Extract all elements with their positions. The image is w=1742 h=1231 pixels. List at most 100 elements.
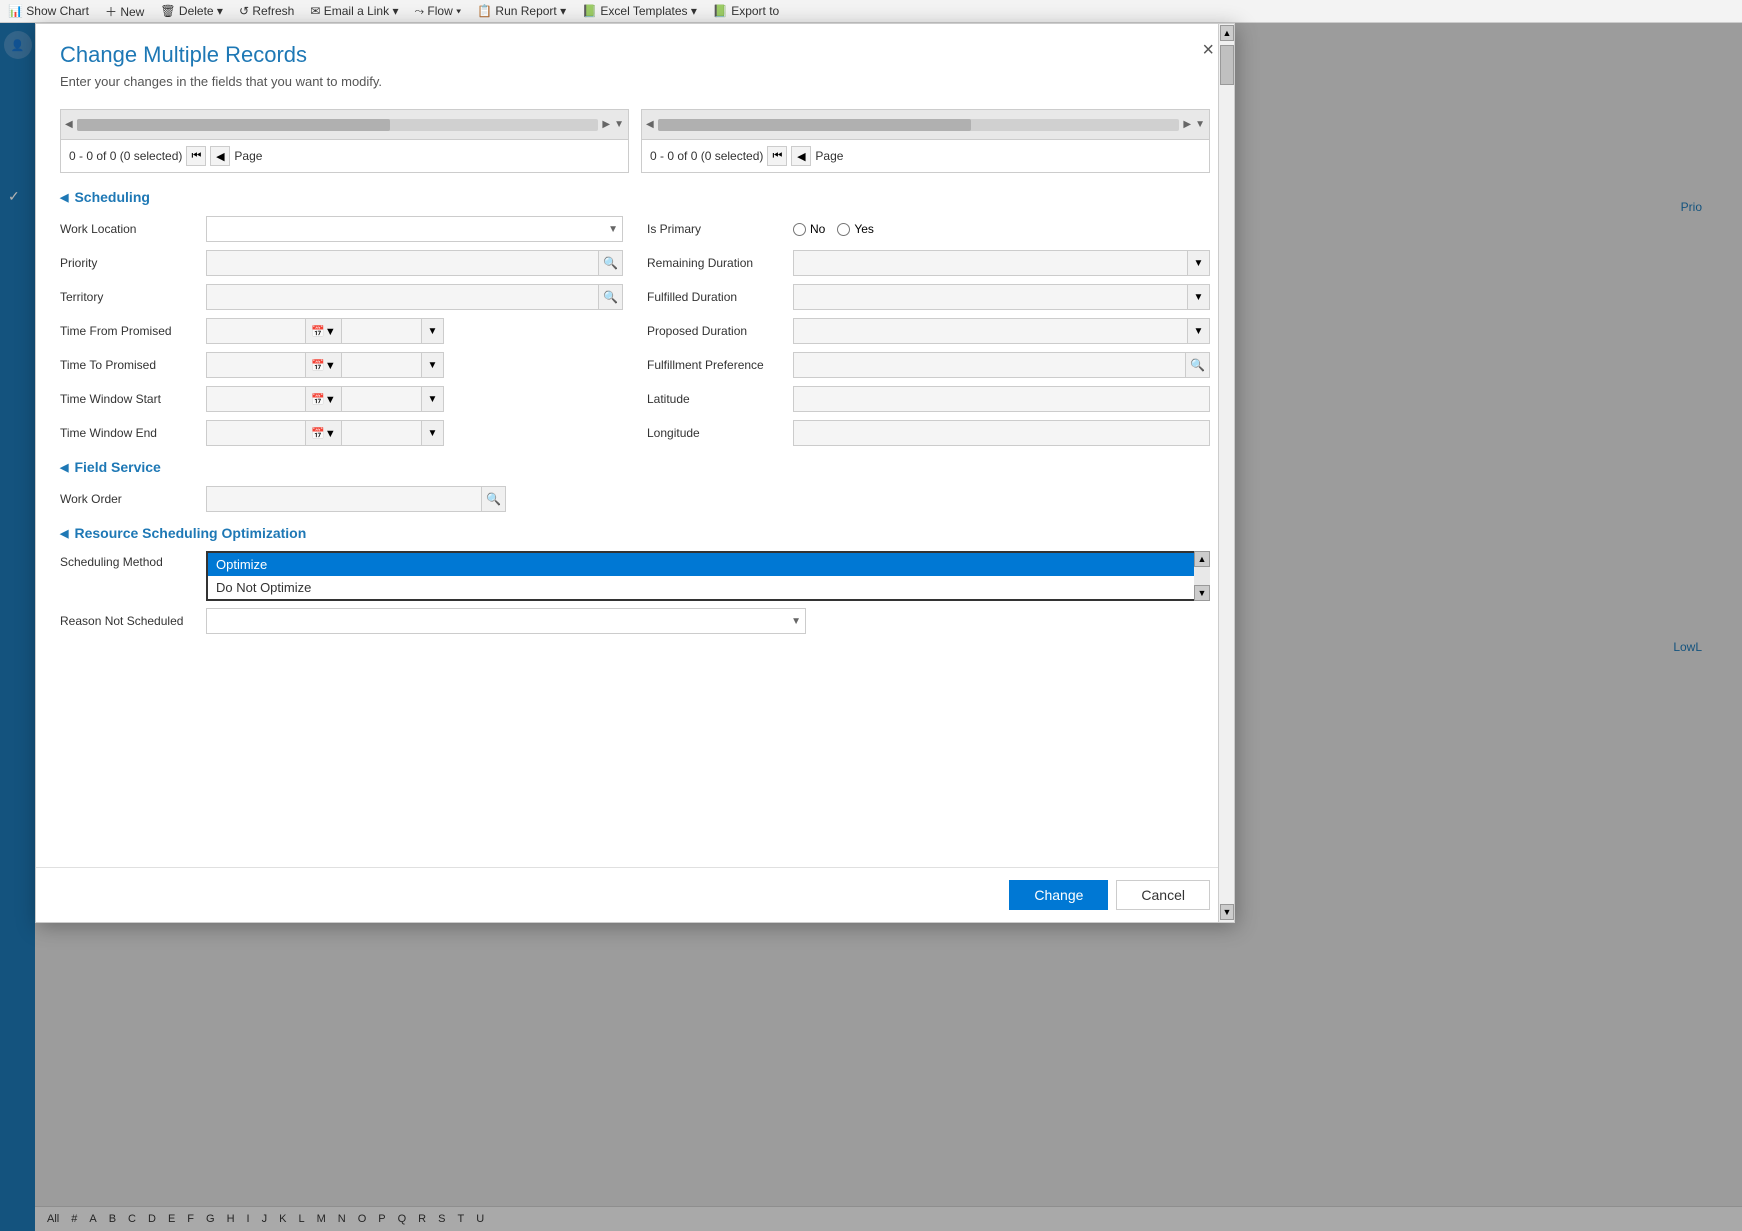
field-service-toggle[interactable]: ◀ [60,461,68,474]
fulfillment-preference-input[interactable] [793,352,1186,378]
list-panel-right-scrollbar[interactable]: ◀ ▶ ▼ [642,110,1209,140]
latitude-input[interactable] [793,386,1210,412]
time-window-end-time-btn[interactable]: ▼ [422,420,444,446]
scheduling-method-dropdown-list[interactable]: Optimize Do Not Optimize [206,551,1210,601]
territory-input[interactable] [206,284,599,310]
work-order-input[interactable] [206,486,482,512]
list-panel-right-status: 0 - 0 of 0 (0 selected) [650,149,763,163]
fulfilled-duration-input[interactable] [793,284,1188,310]
excel-templates-btn[interactable]: 📗 Excel Templates ▾ [582,4,697,18]
list-panel-left-scrollbar[interactable]: ◀ ▶ ▼ [61,110,628,140]
scheduling-form-grid: Work Location ▼ Is Primary No Yes [60,215,1210,447]
time-to-promised-time-btn[interactable]: ▼ [422,352,444,378]
time-window-end-calendar-btn[interactable]: 📅▼ [306,420,342,446]
time-to-promised-time[interactable] [342,352,422,378]
scroll-track-right[interactable] [658,119,1180,131]
is-primary-yes[interactable]: Yes [837,222,874,236]
scroll-left-arrow-right[interactable]: ◀ [646,119,654,130]
time-from-promised-calendar-btn[interactable]: 📅▼ [306,318,342,344]
is-primary-yes-radio[interactable] [837,223,850,236]
work-location-row: Work Location ▼ [60,215,623,243]
proposed-duration-btn[interactable]: ▼ [1188,318,1210,344]
is-primary-no[interactable]: No [793,222,825,236]
work-order-input-group: 🔍 [206,486,506,512]
first-page-btn-left[interactable]: ⏮ [186,146,206,166]
work-location-arrow: ▼ [608,224,618,235]
cancel-button[interactable]: Cancel [1116,880,1210,910]
time-from-promised-date[interactable] [206,318,306,344]
remaining-duration-input[interactable] [793,250,1188,276]
time-window-end-group: 📅▼ ▼ [206,420,623,446]
scroll-left-arrow[interactable]: ◀ [65,119,73,130]
priority-lookup-btn[interactable]: 🔍 [599,250,623,276]
rso-label: Resource Scheduling Optimization [74,525,306,541]
is-primary-radio-group: No Yes [793,222,1210,236]
prev-page-btn-left[interactable]: ◀ [210,146,230,166]
first-page-btn-right[interactable]: ⏮ [767,146,787,166]
fulfilled-duration-btn[interactable]: ▼ [1188,284,1210,310]
time-window-end-time[interactable] [342,420,422,446]
scroll-right-arrow[interactable]: ▶ [602,119,610,130]
scheduling-option-do-not-optimize[interactable]: Do Not Optimize [208,576,1208,599]
proposed-duration-input[interactable] [793,318,1188,344]
scroll-right-arrow-right[interactable]: ▶ [1183,119,1191,130]
territory-lookup-btn[interactable]: 🔍 [599,284,623,310]
email-link-btn[interactable]: ✉ Email a Link ▾ [310,4,398,18]
remaining-duration-group: ▼ [793,250,1210,276]
time-from-promised-time[interactable] [342,318,422,344]
longitude-input[interactable] [793,420,1210,446]
flow-btn[interactable]: ⤳ Flow ▾ [414,4,461,19]
reason-not-scheduled-dropdown[interactable]: ▼ [206,608,806,634]
time-window-start-time[interactable] [342,386,422,412]
scroll-down-arrow-left[interactable]: ▼ [614,119,624,130]
is-primary-no-label: No [810,222,825,236]
modal-scrollbar[interactable]: ▲ ▼ [1218,24,1234,922]
priority-input-group: 🔍 [206,250,623,276]
dropdown-scroll-up[interactable]: ▲ [1194,551,1210,567]
export-btn[interactable]: 📗 Export to [713,4,779,18]
dropdown-scrollbar[interactable]: ▲ ▼ [1194,551,1210,601]
fulfillment-preference-lookup-btn[interactable]: 🔍 [1186,352,1210,378]
is-primary-row: Is Primary No Yes [647,215,1210,243]
time-from-promised-time-btn[interactable]: ▼ [422,318,444,344]
territory-label: Territory [60,290,200,304]
time-window-start-date[interactable] [206,386,306,412]
time-window-start-calendar-btn[interactable]: 📅▼ [306,386,342,412]
refresh-btn[interactable]: ↺ Refresh [239,4,294,18]
work-location-dropdown[interactable]: ▼ [206,216,623,242]
dropdown-scroll-down[interactable]: ▼ [1194,585,1210,601]
is-primary-no-radio[interactable] [793,223,806,236]
latitude-row: Latitude [647,385,1210,413]
scheduling-toggle[interactable]: ◀ [60,191,68,204]
time-to-promised-date[interactable] [206,352,306,378]
time-window-start-group: 📅▼ ▼ [206,386,623,412]
priority-row: Priority 🔍 [60,249,623,277]
remaining-duration-label: Remaining Duration [647,256,787,270]
time-from-promised-row: Time From Promised 📅▼ ▼ [60,317,623,345]
modal-close-button[interactable]: × [1202,40,1214,60]
fulfillment-preference-row: Fulfillment Preference 🔍 [647,351,1210,379]
fulfilled-duration-group: ▼ [793,284,1210,310]
time-to-promised-calendar-btn[interactable]: 📅▼ [306,352,342,378]
change-button[interactable]: Change [1009,880,1108,910]
show-chart-btn[interactable]: 📊 Show Chart [8,4,89,18]
rso-toggle[interactable]: ◀ [60,527,68,540]
priority-input[interactable] [206,250,599,276]
delete-btn[interactable]: 🗑 Delete ▾ [160,4,223,18]
scheduling-option-optimize[interactable]: Optimize [208,553,1208,576]
new-btn[interactable]: ＋ New [105,3,144,20]
remaining-duration-row: Remaining Duration ▼ [647,249,1210,277]
reason-not-scheduled-arrow: ▼ [791,616,801,627]
remaining-duration-btn[interactable]: ▼ [1188,250,1210,276]
is-primary-label: Is Primary [647,222,787,236]
scheduling-method-row: Scheduling Method Optimize Do Not Optimi… [60,551,1210,601]
latitude-label: Latitude [647,392,787,406]
run-report-btn[interactable]: 📋 Run Report ▾ [477,4,566,18]
scroll-track-left[interactable] [77,119,599,131]
prev-page-btn-right[interactable]: ◀ [791,146,811,166]
time-window-start-time-btn[interactable]: ▼ [422,386,444,412]
scroll-down-arrow-right[interactable]: ▼ [1195,119,1205,130]
territory-row: Territory 🔍 [60,283,623,311]
work-order-lookup-btn[interactable]: 🔍 [482,486,506,512]
time-window-end-date[interactable] [206,420,306,446]
